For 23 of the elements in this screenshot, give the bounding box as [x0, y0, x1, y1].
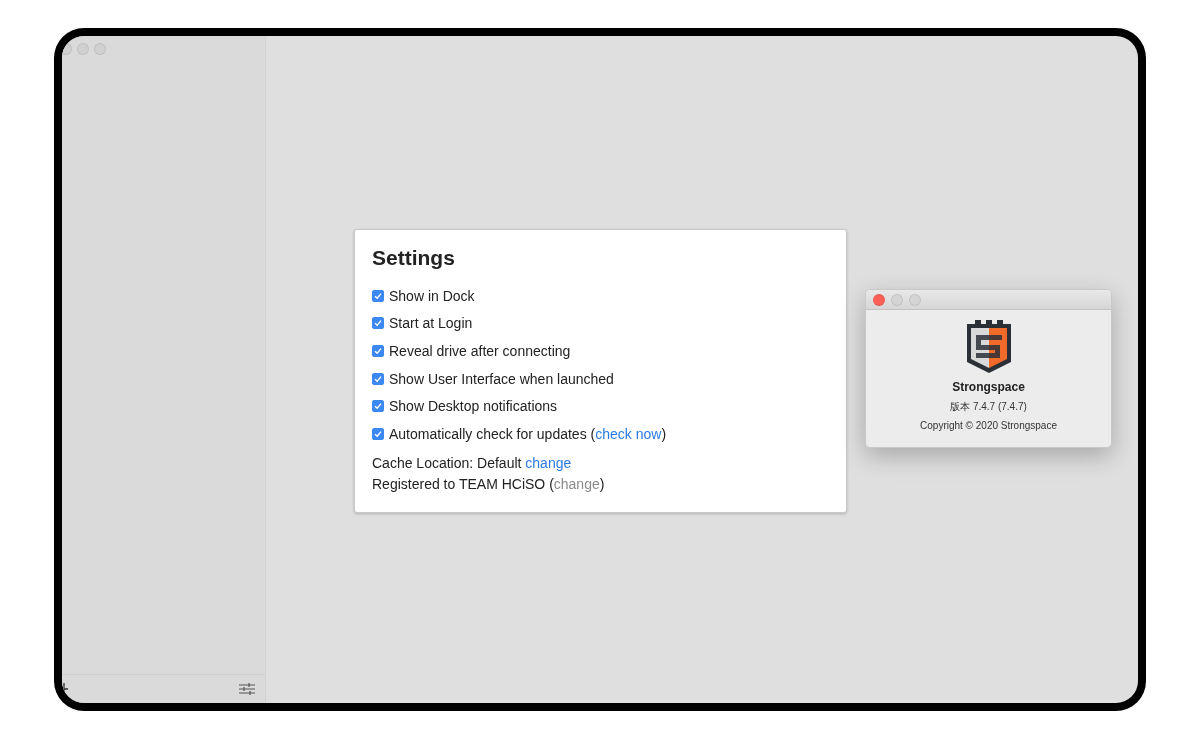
option-label: Automatically check for updates (check now) [389, 425, 667, 442]
checkbox[interactable] [372, 400, 384, 413]
registration-text: Registered to TEAM HCiSO (change) [372, 474, 606, 494]
sliders-icon[interactable] [239, 683, 255, 695]
cache-location-text: Cache Location: Default change [372, 453, 573, 473]
app-name: Strongspace [952, 380, 1025, 394]
version-text: 版本 7.4.7 (7.4.7) [950, 400, 1027, 414]
check-now-link[interactable]: check now [595, 425, 662, 442]
option-label: Start at Login [389, 315, 473, 332]
window-button[interactable] [62, 43, 72, 55]
option-label: Show in Dock [389, 287, 475, 304]
change-link[interactable]: change [525, 454, 572, 471]
option-label: Show User Interface when launched [389, 370, 614, 387]
checkbox[interactable] [372, 345, 384, 357]
checkbox[interactable] [372, 289, 384, 302]
option-label: Show Desktop notifications [389, 398, 558, 415]
settings-title: Settings [372, 246, 456, 270]
copyright-text: Copyright © 2020 Strongspace [920, 420, 1057, 431]
option-label: Reveal drive after connecting [389, 343, 571, 359]
checkbox[interactable] [372, 427, 384, 440]
checkbox[interactable] [372, 372, 384, 385]
close-button[interactable] [873, 293, 885, 306]
checkbox[interactable] [372, 317, 384, 330]
